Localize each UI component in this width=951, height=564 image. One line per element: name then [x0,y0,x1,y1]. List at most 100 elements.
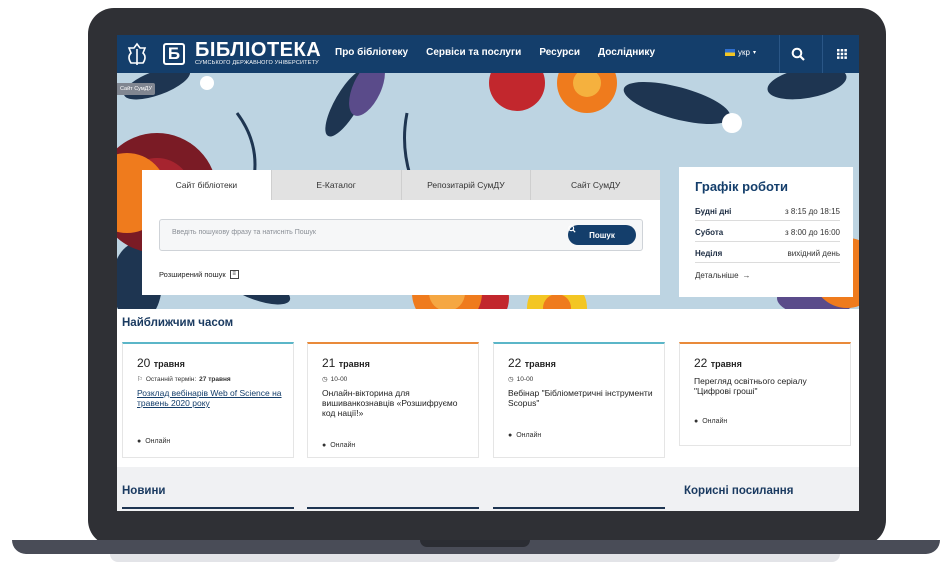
laptop-shadow [110,554,840,562]
search-panel: Сайт бібліотеки Е-Каталог Репозитарій Су… [142,170,660,295]
location-pin-icon: ● [508,432,513,439]
event-title-link[interactable]: Розклад вебінарів Web of Science на трав… [137,388,287,408]
event-meta: ⚐ Останній термін: 27 травня [137,375,231,384]
schedule-time: вихідний день [787,249,840,258]
advanced-search-label: Розширений пошук [159,270,226,279]
schedule-row: Субота з 8:00 до 16:00 [695,228,840,242]
schedule-more-label: Детальніше [695,271,739,280]
event-month: травня [338,359,370,369]
schedule-row: Будні дні з 8:15 до 18:15 [695,207,840,221]
nav-about[interactable]: Про бібліотеку [335,47,408,58]
logo-title[interactable]: БІБЛІОТЕКА [195,39,321,62]
list-icon: ≡ [229,270,239,279]
event-location: ● Онлайн [137,438,170,445]
event-card[interactable]: 21 травня ◷ 10-00 Онлайн-вікторина для в… [307,342,479,458]
flag-outline-icon: ⚐ [137,376,143,383]
search-input[interactable] [170,228,554,237]
nav-resources[interactable]: Ресурси [539,47,580,58]
top-navigation-bar: Б БІБЛІОТЕКА СУМСЬКОГО ДЕРЖАВНОГО УНІВЕР… [117,35,859,73]
event-location-label: Онлайн [702,418,728,425]
schedule-more-link[interactable]: Детальніше → [695,271,751,280]
news-card-stripe [307,507,479,509]
event-location-label: Онлайн [145,438,171,445]
schedule-time: з 8:15 до 18:15 [784,207,840,216]
arrow-right-icon: → [742,271,751,280]
event-date: 22 травня [508,356,556,370]
event-title[interactable]: Онлайн-вікторина для вишиванкознавців «Р… [322,388,472,418]
event-location: ● Онлайн [508,432,541,439]
tab-library-site[interactable]: Сайт бібліотеки [142,170,271,200]
schedule-time: з 8:00 до 16:00 [784,228,840,237]
event-title[interactable]: Вебінар "Бібліометричні інструменти Scop… [508,388,658,408]
schedule-day: Неділя [695,249,723,258]
search-button[interactable]: Пошук [568,225,636,245]
nav-divider [822,35,823,73]
schedule-day: Субота [695,228,724,237]
flag-icon [725,49,735,56]
location-pin-icon: ● [322,442,327,449]
schedule-title: Графік роботи [695,179,789,194]
useful-links-title: Корисні посилання [684,485,794,497]
event-location: ● Онлайн [694,418,727,425]
language-label: укр [738,48,750,57]
event-date: 21 травня [322,356,370,370]
schedule-card: Графік роботи Будні дні з 8:15 до 18:15 … [679,167,853,297]
caret-down-icon: ▾ [752,50,756,56]
tab-e-catalog[interactable]: Е-Каталог [270,170,401,200]
search-icon [791,47,805,61]
event-card[interactable]: 22 травня ◷ 10-00 Вебінар "Бібліометричн… [493,342,665,458]
event-card[interactable]: 22 травня Перегляд освітнього серіалу "Ц… [679,342,851,446]
event-day: 20 [137,356,151,370]
event-location: ● Онлайн [322,442,355,449]
news-card-stripe [493,507,665,509]
event-location-label: Онлайн [516,432,542,439]
grid-icon [837,49,847,59]
event-day: 21 [322,356,336,370]
event-date: 22 травня [694,356,742,370]
header-search-button[interactable] [779,35,817,73]
upcoming-section: Найближчим часом 20 травня ⚐ Останній те… [117,309,859,467]
search-icon [568,225,576,233]
event-date: 20 травня [137,356,185,370]
logo-subtitle: СУМСЬКОГО ДЕРЖАВНОГО УНІВЕРСИТЕТУ [195,60,319,66]
clock-icon: ◷ [322,376,328,383]
logo-letter[interactable]: Б [163,43,185,65]
nav-researcher[interactable]: Досліднику [598,47,655,58]
news-card-stripe [122,507,294,509]
event-meta-value: 27 травня [199,375,231,383]
event-month: травня [524,359,556,369]
crest-icon[interactable] [123,41,151,69]
nav-services[interactable]: Сервіси та послуги [426,47,521,58]
location-pin-icon: ● [137,438,142,445]
language-selector[interactable]: укр ▾ [725,48,756,57]
schedule-day: Будні дні [695,207,732,216]
event-day: 22 [694,356,708,370]
schedule-row: Неділя вихідний день [695,249,840,263]
event-title[interactable]: Перегляд освітнього серіалу "Цифрові гро… [694,376,844,396]
main-nav: Про бібліотеку Сервіси та послуги Ресурс… [335,47,655,58]
browser-screen: Сайт бібліотеки Е-Каталог Репозитарій Су… [117,35,859,511]
event-time: 10-00 [330,375,348,383]
event-card[interactable]: 20 травня ⚐ Останній термін: 27 травня Р… [122,342,294,458]
event-time: 10-00 [516,375,534,383]
site-badge[interactable]: Сайт СумДУ [117,83,155,95]
search-tabs: Сайт бібліотеки Е-Каталог Репозитарій Су… [142,170,660,200]
laptop-notch [420,540,530,547]
search-button-label: Пошук [589,230,615,240]
event-day: 22 [508,356,522,370]
advanced-search-link[interactable]: Розширений пошук ≡ [159,270,239,279]
search-box: Пошук [159,219,643,251]
bottom-section: Новини Корисні посилання [117,467,859,511]
event-month: травня [153,359,185,369]
event-meta-label: Останній термін: [145,375,197,383]
tab-sumdu-site[interactable]: Сайт СумДУ [530,170,660,200]
event-location-label: Онлайн [330,442,356,449]
location-pin-icon: ● [694,418,699,425]
event-month: травня [710,359,742,369]
news-title: Новини [122,485,166,497]
tab-repository[interactable]: Репозитарій СумДУ [400,170,531,200]
upcoming-title: Найближчим часом [122,317,234,329]
menu-grid-button[interactable] [825,35,859,73]
event-meta: ◷ 10-00 [322,375,348,384]
event-meta: ◷ 10-00 [508,375,534,384]
